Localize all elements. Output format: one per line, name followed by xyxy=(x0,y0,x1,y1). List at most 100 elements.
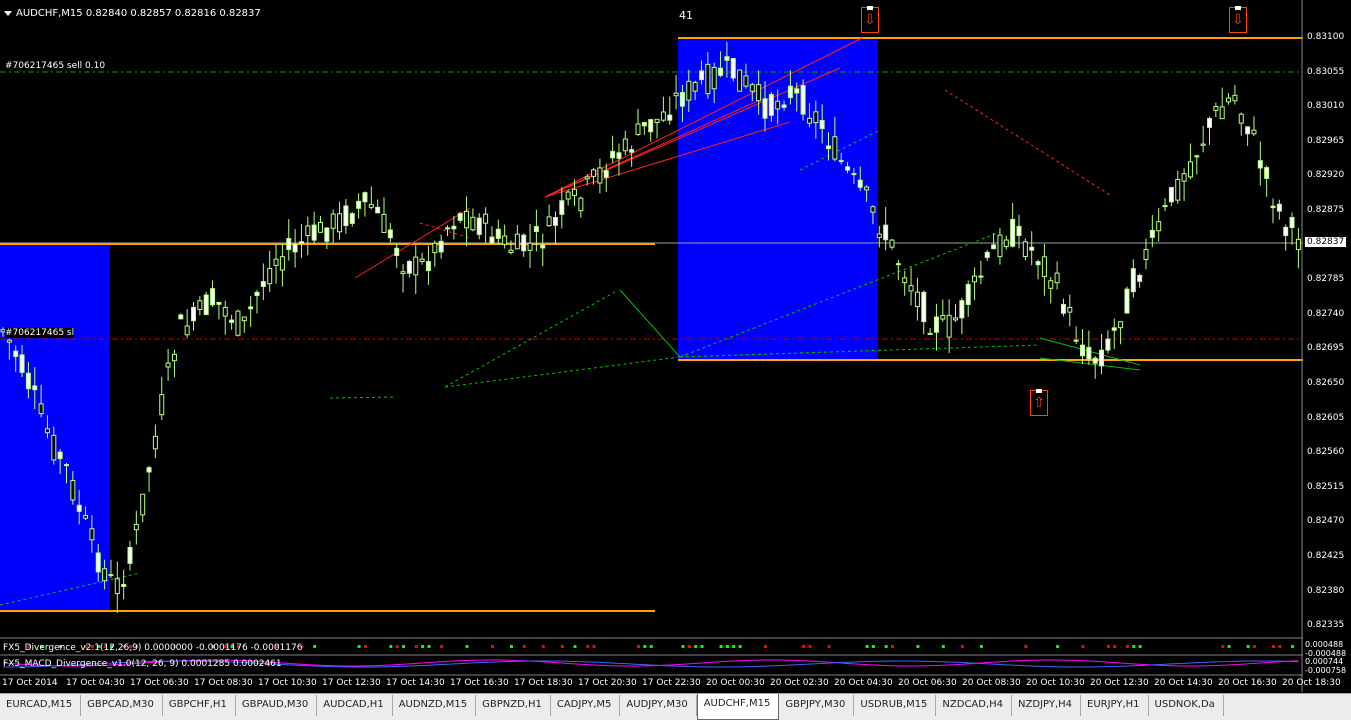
candle-body xyxy=(1175,178,1181,201)
candle-body xyxy=(813,111,819,124)
chart-window[interactable]: AUDCHF,M15 0.82840 0.82857 0.82816 0.828… xyxy=(0,0,1351,692)
candle-body xyxy=(387,229,393,239)
candle-body xyxy=(267,267,273,285)
chart-tab-usdrub-m15[interactable]: USDRUB,M15 xyxy=(854,695,937,716)
chart-tab-nzdjpy-h4[interactable]: NZDJPY,H4 xyxy=(1012,695,1082,716)
candle-body xyxy=(978,275,984,278)
candle-body xyxy=(1283,226,1289,237)
candle-body xyxy=(260,281,266,287)
candle-body xyxy=(19,354,25,373)
candle-body xyxy=(470,216,476,231)
candle-body xyxy=(1149,229,1155,238)
candle-body xyxy=(819,119,825,129)
time-tick-label: 17 Oct 2014 xyxy=(2,678,58,688)
candle-body xyxy=(756,84,762,102)
chart-tab-nzdcad-h4[interactable]: NZDCAD,H4 xyxy=(936,695,1013,716)
candle-body xyxy=(552,217,558,226)
candle-body xyxy=(406,260,412,274)
chart-tab-eurjpy-h1[interactable]: EURJPY,H1 xyxy=(1081,695,1149,716)
candle-body xyxy=(235,310,241,336)
time-tick-label: 20 Oct 02:30 xyxy=(770,678,829,688)
price-tick-label: 0.82875 xyxy=(1307,205,1345,215)
chart-tab-gbpchf-h1[interactable]: GBPCHF,H1 xyxy=(163,695,236,716)
candle-body xyxy=(121,583,127,587)
chart-tab-gbpaud-m30[interactable]: GBPAUD,M30 xyxy=(236,695,318,716)
candle-body xyxy=(572,188,577,196)
price-tick-label: 0.82560 xyxy=(1307,447,1345,458)
candle-body xyxy=(432,242,438,254)
candle-body xyxy=(1194,155,1200,158)
chart-tab-audchf-m15[interactable]: AUDCHF,M15 xyxy=(696,694,780,720)
indicator1-bar xyxy=(1252,645,1256,648)
chart-tab-audcad-h1[interactable]: AUDCAD,H1 xyxy=(317,695,393,716)
indicator1-bar xyxy=(941,645,945,648)
candle-body xyxy=(25,372,31,390)
chart-tab-usdnok-da[interactable]: USDNOK,Da xyxy=(1149,695,1224,716)
time-tick-label: 20 Oct 06:30 xyxy=(898,678,957,688)
candle-body xyxy=(1130,268,1136,293)
indicator1-bar xyxy=(694,645,698,648)
candle-body xyxy=(191,306,196,322)
candle-body xyxy=(514,233,520,250)
chart-menu-triangle-icon[interactable] xyxy=(4,10,12,16)
indicator1-bar xyxy=(389,645,393,648)
indicator1-bar xyxy=(465,645,469,648)
candle-body xyxy=(527,242,533,251)
time-tick-label: 20 Oct 00:30 xyxy=(706,678,765,688)
candle-body xyxy=(108,574,114,577)
price-axis[interactable]: 0.83100 0.83055 0.83010 0.82965 0.82920 0.828… xyxy=(1303,0,1351,692)
indicator1-bar xyxy=(649,645,653,648)
candle-body xyxy=(610,150,616,159)
candle-body xyxy=(953,317,958,321)
chart-header: AUDCHF,M15 0.82840 0.82857 0.82816 0.828… xyxy=(4,8,261,19)
chart-tab-audjpy-m30[interactable]: AUDJPY,M30 xyxy=(620,695,697,716)
indicator1-bar xyxy=(719,645,723,648)
candle-body xyxy=(394,247,400,257)
zone-left xyxy=(0,244,110,611)
candle-body xyxy=(203,294,209,316)
order-sell-label[interactable]: #706217465 sell 0.10 xyxy=(5,61,105,71)
order-sl-label[interactable]: #706217465 sl xyxy=(5,328,75,338)
chart-tab-gbpcad-m30[interactable]: GBPCAD,M30 xyxy=(81,695,163,716)
candle-body xyxy=(857,179,863,188)
candle-body xyxy=(114,578,120,595)
candle-body xyxy=(165,362,171,368)
indicator-axis-label: -0.000758 xyxy=(1305,666,1347,675)
chart-tab-gbpnzd-h1[interactable]: GBPNZD,H1 xyxy=(476,695,551,716)
candle-body xyxy=(673,92,679,97)
candle-body xyxy=(718,67,724,76)
indicator1-bar xyxy=(1278,645,1282,648)
candle-body xyxy=(1099,349,1105,367)
candle-body xyxy=(70,480,76,501)
candle-body xyxy=(584,176,590,180)
chart-tab-audnzd-m15[interactable]: AUDNZD,M15 xyxy=(393,695,477,716)
chart-tab-cadjpy-m5[interactable]: CADJPY,M5 xyxy=(551,695,621,716)
candle-body xyxy=(83,515,89,519)
chart-tab-gbpjpy-m30[interactable]: GBPJPY,M30 xyxy=(779,695,855,716)
chart-tab-eurcad-m15[interactable]: EURCAD,M15 xyxy=(0,695,82,716)
price-chart[interactable] xyxy=(0,0,1303,692)
price-tick-label: 0.82335 xyxy=(1307,620,1345,631)
indicator1-bar xyxy=(1227,645,1231,648)
candle-body xyxy=(1016,225,1022,237)
bar-countdown: 41 xyxy=(679,9,693,22)
indicator1-bar xyxy=(1125,645,1129,648)
indicator1-bar xyxy=(402,645,406,648)
indicator1-bar xyxy=(427,645,431,648)
candle-body xyxy=(578,197,584,212)
price-tick-label: 0.82695 xyxy=(1307,343,1345,354)
indicator1-bar xyxy=(884,645,888,648)
candle-body xyxy=(730,58,736,79)
candle-body xyxy=(413,256,419,276)
candle-body xyxy=(997,234,1003,258)
candle-body xyxy=(286,238,292,251)
candle-body xyxy=(946,314,952,338)
candle-body xyxy=(591,169,597,177)
time-tick-label: 20 Oct 14:30 xyxy=(1154,678,1213,688)
candle-body xyxy=(654,118,660,124)
candle-body xyxy=(902,277,908,284)
candle-body xyxy=(1200,143,1206,146)
candle-body xyxy=(851,173,857,176)
candle-body xyxy=(95,552,101,573)
candle-body xyxy=(6,339,12,343)
